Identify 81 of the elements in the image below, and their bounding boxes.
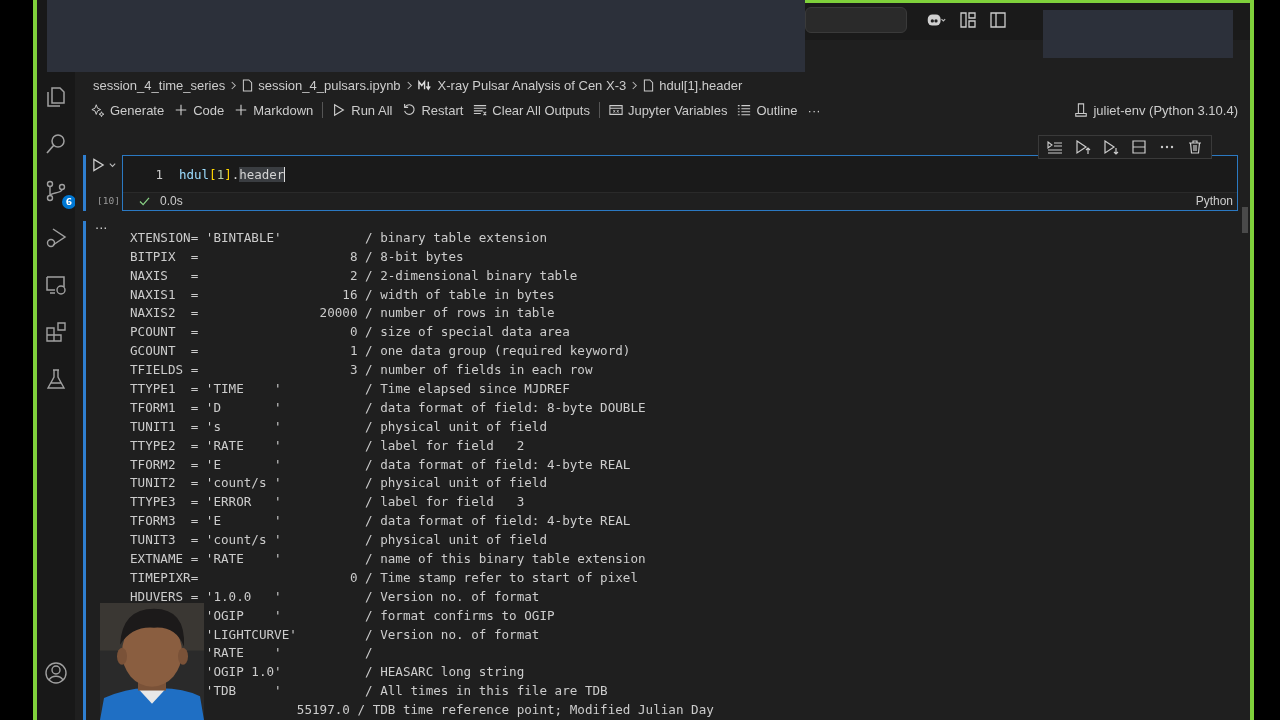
plus-icon bbox=[234, 103, 249, 117]
output-line: TIMEPIXR= 0 / Time stamp refer to start of pixel bbox=[130, 568, 639, 587]
remote-explorer-icon[interactable] bbox=[44, 273, 68, 297]
toolbar-button[interactable]: Outline bbox=[733, 100, 802, 120]
restart-icon bbox=[402, 103, 417, 117]
scrollbar-thumb[interactable] bbox=[1242, 207, 1248, 233]
files-icon[interactable] bbox=[44, 85, 68, 109]
run-by-line-icon[interactable] bbox=[1047, 139, 1063, 155]
source-control-icon[interactable] bbox=[44, 179, 68, 203]
flask-icon[interactable] bbox=[44, 367, 68, 391]
search-icon[interactable] bbox=[44, 132, 68, 156]
output-line: TUNIT3 = 'count/s ' / physical unit of field bbox=[130, 531, 548, 550]
server-icon bbox=[1074, 103, 1089, 117]
run-above-icon[interactable] bbox=[1075, 139, 1091, 155]
output-line: NAXIS = 2 / 2-dimensional binary table bbox=[130, 266, 579, 285]
variables-icon bbox=[608, 103, 623, 117]
output-menu-button[interactable]: ··· bbox=[95, 220, 108, 237]
output-line: GCOUNT = 1 / one data group (required keyword) bbox=[130, 342, 632, 361]
output-line: EXTNAME = 'RATE ' / name of this binary table extension bbox=[130, 550, 647, 568]
toolbar-button[interactable]: Clear All Outputs bbox=[469, 100, 594, 120]
line-number: 1 bbox=[154, 166, 163, 182]
output-line: 'TDB ' / All times in this file are TDB bbox=[204, 682, 609, 701]
extensions-icon[interactable] bbox=[44, 320, 68, 344]
output-line: TUNIT1 = 's ' / physical unit of field bbox=[130, 417, 548, 436]
toolbar-button[interactable]: Markdown bbox=[230, 100, 318, 120]
file-icon bbox=[242, 78, 254, 92]
output-line: PCOUNT = 0 / size of special data area bbox=[130, 323, 571, 342]
output-line: TTYPE2 = 'RATE ' / label for field 2 bbox=[130, 436, 526, 455]
split-cell-icon[interactable] bbox=[1131, 139, 1147, 155]
output-line: 'RATE ' / bbox=[204, 644, 374, 663]
output-line: TFIELDS = 3 / number of fields in each row bbox=[130, 361, 594, 380]
breadcrumb-item[interactable]: hdul[1].header bbox=[659, 77, 743, 93]
sidebar-toggle-icon[interactable] bbox=[989, 11, 1007, 29]
caret-icon[interactable] bbox=[108, 160, 117, 170]
toolbar-button[interactable]: Restart bbox=[398, 100, 468, 120]
sparkle-icon bbox=[91, 103, 105, 117]
account-icon[interactable] bbox=[44, 661, 68, 685]
file-icon bbox=[643, 78, 655, 92]
markdown-icon bbox=[417, 78, 433, 92]
breadcrumb-item[interactable]: X-ray Pulsar Analysis of Cen X-3 bbox=[437, 77, 627, 93]
execution-time: 0.0s bbox=[160, 194, 183, 209]
output-line: NAXIS2 = 20000 / number of rows in table bbox=[130, 304, 556, 323]
command-center-field[interactable] bbox=[805, 7, 907, 33]
chevron-icon bbox=[631, 79, 639, 91]
output-line: 'LIGHTCURVE' / Version no. of format bbox=[204, 625, 541, 644]
toolbar-button[interactable]: Generate bbox=[87, 100, 169, 120]
output-line: XTENSION= 'BINTABLE' / binary table extension bbox=[130, 228, 548, 247]
toolbar-button[interactable]: Code bbox=[170, 100, 229, 120]
breadcrumb-item[interactable]: session_4_pulsars.ipynb bbox=[258, 77, 401, 93]
delete-icon[interactable] bbox=[1187, 139, 1203, 155]
chevron-icon bbox=[230, 79, 238, 91]
output-line: NAXIS1 = 16 / width of table in bytes bbox=[130, 285, 556, 304]
output-line: TFORM3 = 'E ' / data format of field: 4-byte REAL bbox=[130, 512, 632, 531]
run-below-icon[interactable] bbox=[1103, 139, 1119, 155]
cell-language[interactable]: Python bbox=[1195, 194, 1233, 209]
toolbar-button[interactable]: Run All bbox=[328, 100, 397, 120]
output-line: TFORM1 = 'D ' / data format of field: 8-byte DOUBLE bbox=[130, 398, 647, 417]
breadcrumb-item[interactable]: session_4_time_series bbox=[93, 77, 226, 93]
list-icon bbox=[737, 103, 752, 117]
change-count-badge: 6 bbox=[62, 195, 76, 209]
output-line: 55197.0 / TDB time reference point; Modified Julian Day bbox=[295, 701, 714, 720]
clear-icon bbox=[473, 103, 488, 117]
output-line: TTYPE3 = 'ERROR ' / label for field 3 bbox=[130, 493, 526, 512]
toolbar-button[interactable]: ··· bbox=[803, 100, 825, 120]
code-line: hdul[1].header bbox=[179, 166, 286, 182]
code-cell[interactable]: 1 hdul[1].header 0.0s Python bbox=[122, 155, 1238, 211]
layout-icon[interactable] bbox=[959, 11, 977, 29]
chevron-icon bbox=[405, 79, 413, 91]
output-line: 'OGIP ' / format confirms to OGIP bbox=[204, 606, 556, 625]
output-line: TTYPE1 = 'TIME ' / Time elapsed since MJDREF bbox=[130, 379, 571, 398]
plus-icon bbox=[174, 103, 189, 117]
output-line: TFORM2 = 'E ' / data format of field: 4-byte REAL bbox=[130, 455, 632, 474]
output-line: HDUVERS = '1.0.0 ' / Version no. of format bbox=[130, 587, 541, 606]
toolbar-button[interactable]: Jupyter Variables bbox=[604, 100, 732, 120]
output-line: BITPIX = 8 / 8-bit bytes bbox=[130, 247, 465, 266]
output-line: 'OGIP 1.0' / HEASARC long string bbox=[204, 663, 526, 682]
output-line: TUNIT2 = 'count/s ' / physical unit of field bbox=[130, 474, 548, 493]
kernel-picker[interactable]: juliet-env (Python 3.10.4) bbox=[1070, 100, 1242, 120]
execution-count: [10] bbox=[96, 194, 120, 206]
run-cell-icon[interactable] bbox=[92, 158, 105, 172]
play-icon bbox=[332, 103, 347, 117]
